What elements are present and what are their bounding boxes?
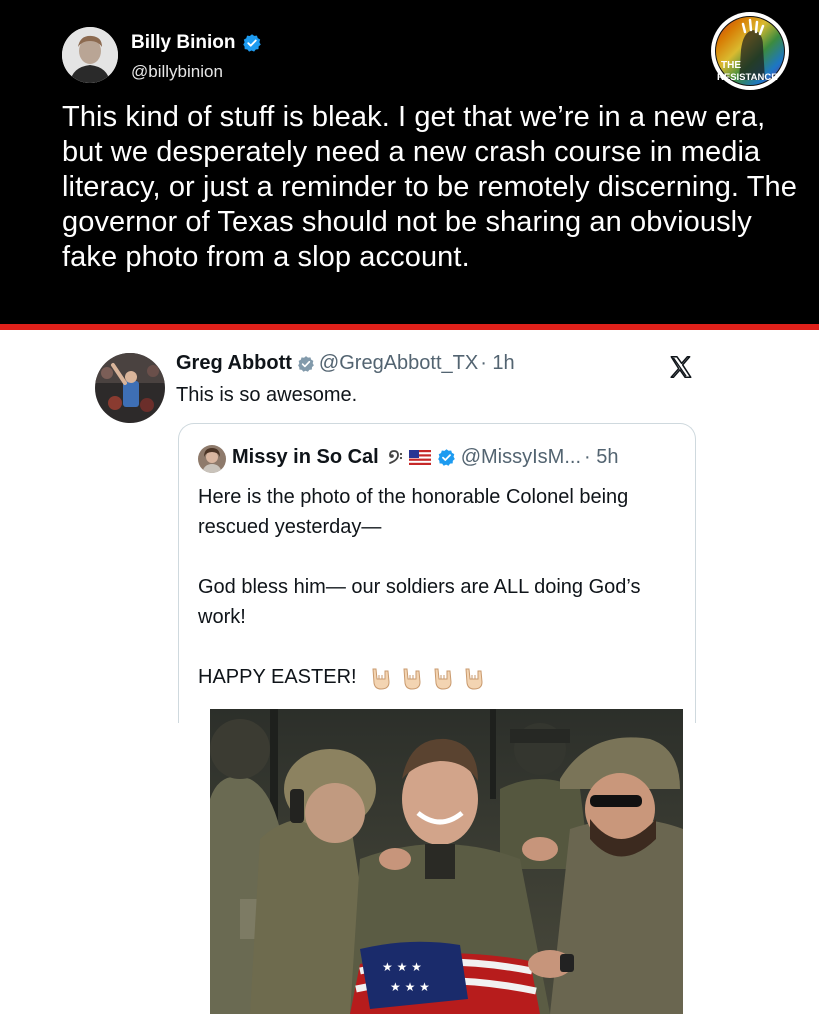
quoted-paragraph-2: God bless him— our soldiers are ALL doin… [198,576,641,628]
author-name-text[interactable]: Billy Binion [131,32,236,54]
quoted-post-time[interactable]: · 5h [584,446,618,469]
x-logo-icon[interactable] [668,354,694,380]
gray-verified-badge-icon [298,355,314,372]
quoted-post-header: Missy in So Cal @MissyIsM... · 5h [232,446,618,469]
badge-line2: RESISTANCE [717,72,778,83]
love-you-hand-icon [399,665,427,691]
embedded-author-avatar[interactable] [95,353,165,423]
badge-line1: THE [721,60,741,71]
quoted-author-name[interactable]: Missy in So Cal [232,446,379,469]
verified-badge-icon [242,34,261,52]
love-you-hand-icon [461,665,489,691]
love-you-hand-icon [368,665,396,691]
quoted-paragraph-1: Here is the photo of the honorable Colon… [198,486,629,538]
embedded-post-header: Greg Abbott @GregAbbott_TX · 1h [176,352,515,375]
quoted-post-body: Here is the photo of the honorable Colon… [198,482,678,692]
embedded-author-name[interactable]: Greg Abbott [176,352,292,375]
author-handle[interactable]: @billybinion [131,62,223,82]
emoji-row [368,665,489,691]
svg-text:★ ★ ★: ★ ★ ★ [390,980,430,994]
embedded-post-time[interactable]: · 1h [480,352,514,375]
quoted-paragraph-3-row: HAPPY EASTER! [198,662,678,692]
quoted-paragraph-3: HAPPY EASTER! [198,666,357,688]
author-avatar[interactable] [62,27,118,83]
quoted-author-handle[interactable]: @MissyIsM... [461,446,581,469]
embedded-post-text: This is so awesome. [176,384,358,406]
attached-photo[interactable]: ★ ★ ★ ★ ★ ★ [210,709,683,1014]
divider-line [0,324,819,330]
quoted-post[interactable]: Missy in So Cal @MissyIsM... · 5h Here i… [178,423,696,723]
main-post: Billy Binion @billybinion This kind of s… [0,0,819,324]
verified-badge-icon [437,449,455,466]
quoted-author-avatar[interactable] [198,445,226,473]
post-text: This kind of stuff is bleak. I get that … [62,101,797,273]
love-you-hand-icon [430,665,458,691]
author-name[interactable]: Billy Binion [131,32,262,54]
svg-text:★ ★ ★: ★ ★ ★ [382,960,422,974]
us-flag-icon [408,450,431,465]
music-clef-icon [388,449,402,464]
resistance-badge-icon: THE RESISTANCE [709,10,791,92]
embedded-author-handle[interactable]: @GregAbbott_TX [319,352,478,375]
